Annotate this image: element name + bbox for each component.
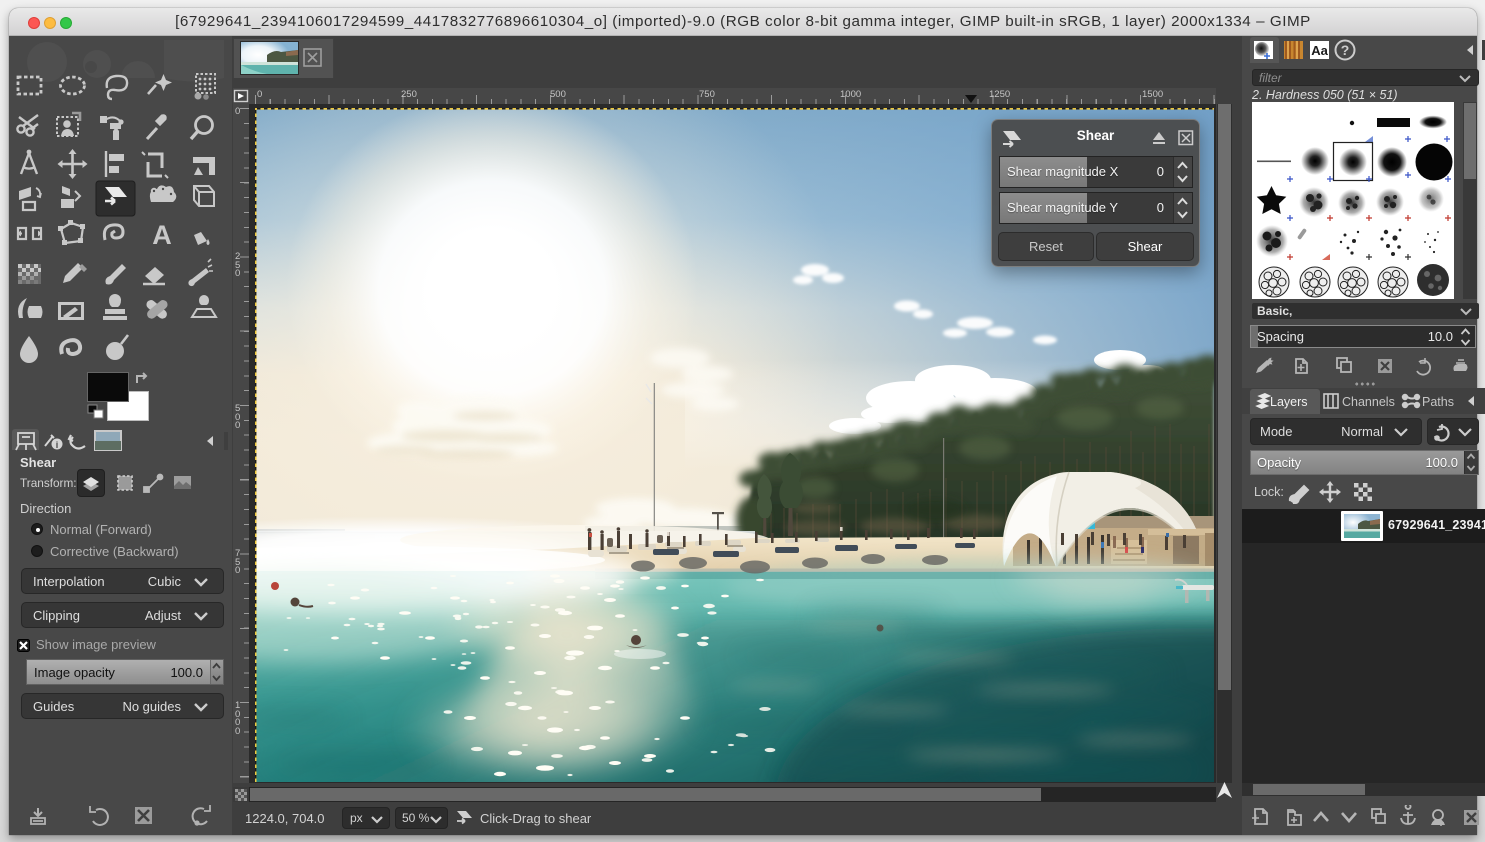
svg-text:Aa: Aa: [1311, 43, 1328, 58]
svg-text:?: ?: [1341, 42, 1350, 58]
svg-text:A: A: [152, 220, 172, 250]
svg-text:i: i: [56, 440, 59, 450]
